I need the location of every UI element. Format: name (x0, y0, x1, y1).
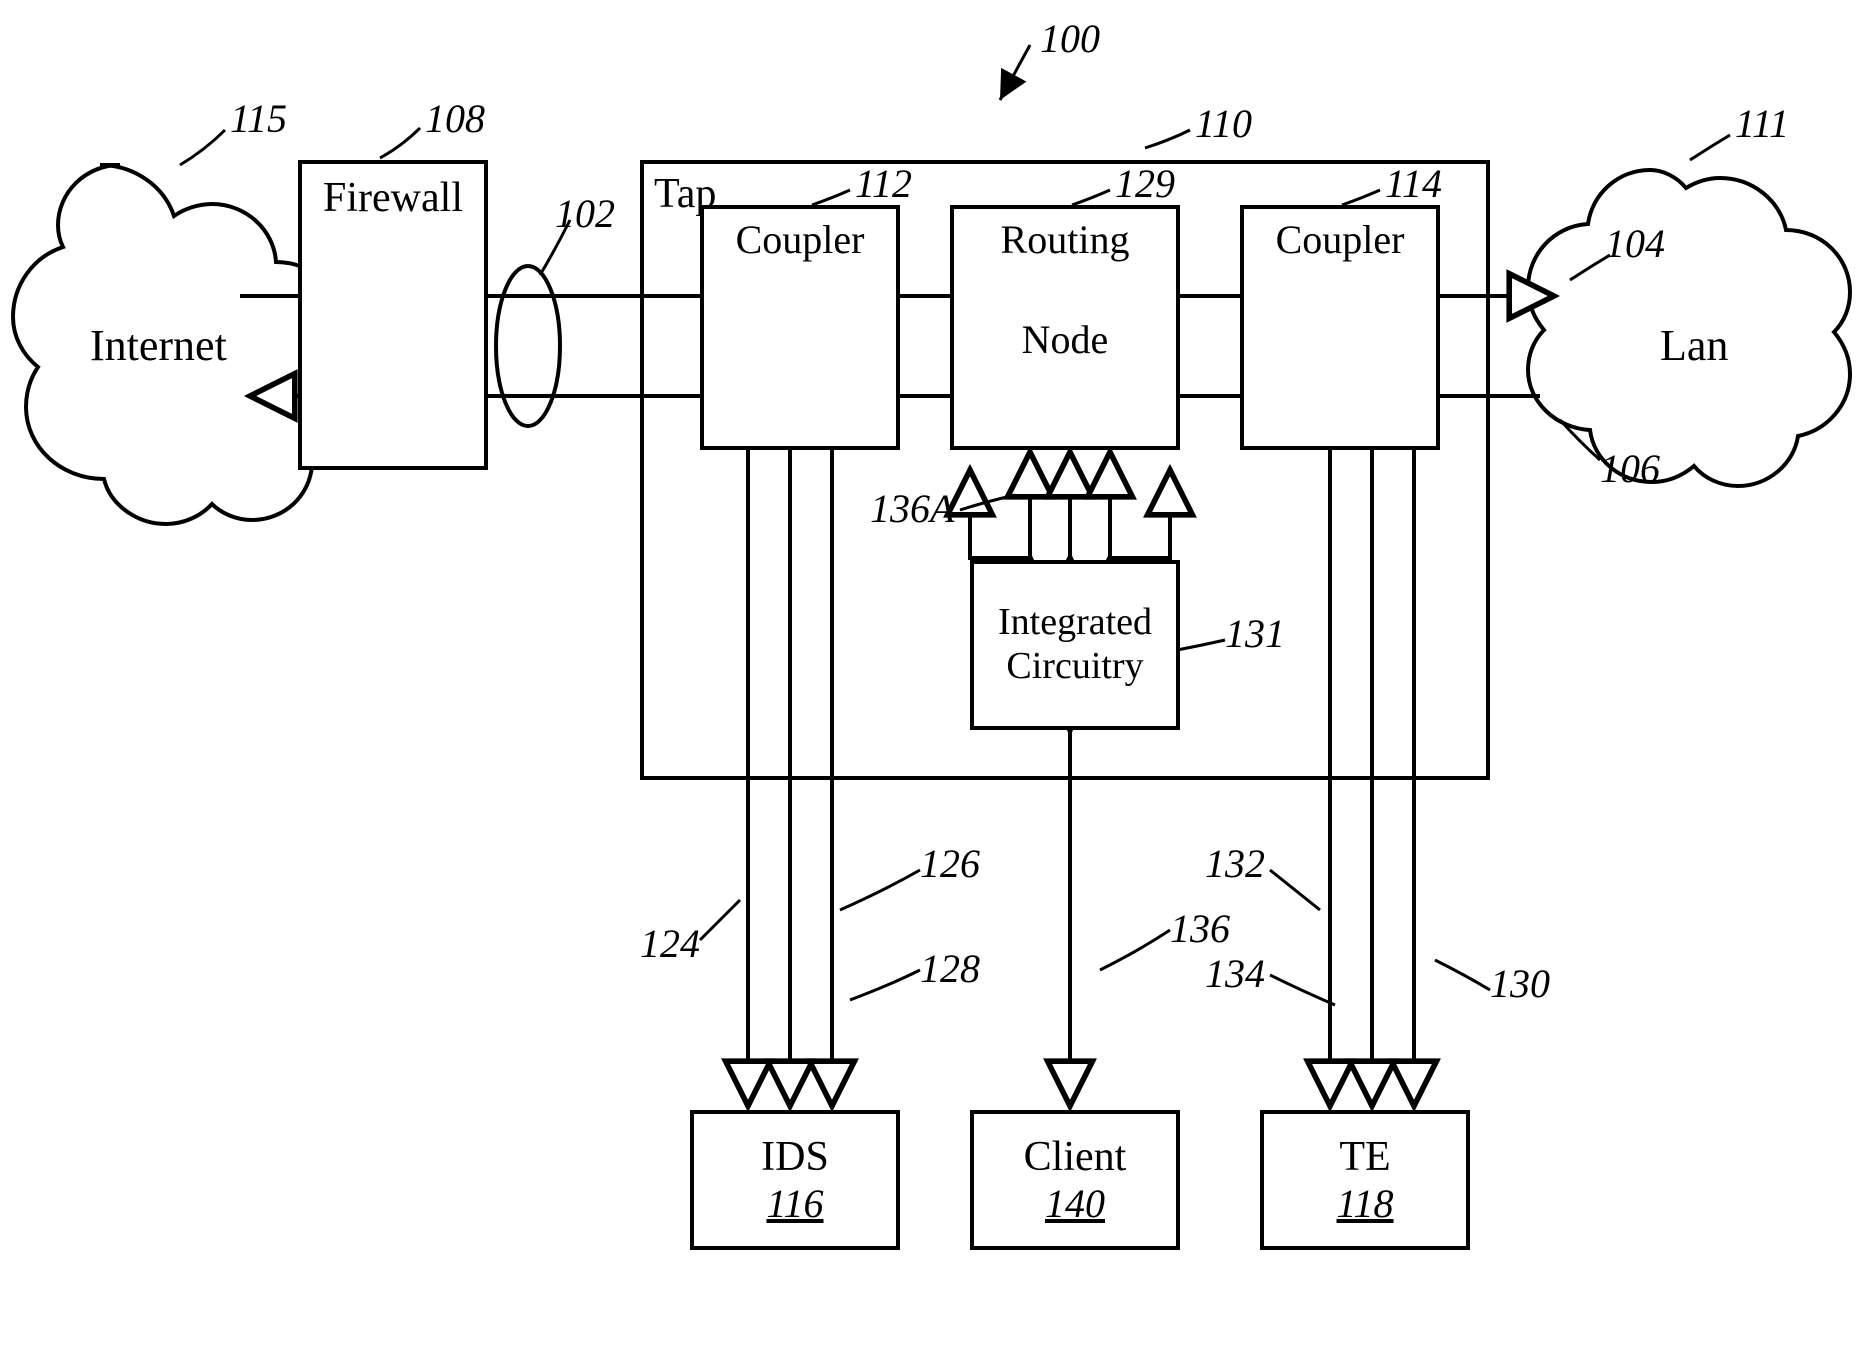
ref-114: 114 (1385, 160, 1442, 207)
ref-124: 124 (640, 920, 700, 967)
ref-130: 130 (1490, 960, 1550, 1007)
te-box: TE 118 (1260, 1110, 1470, 1250)
ref-129: 129 (1115, 160, 1175, 207)
ref-128: 128 (920, 945, 980, 992)
routing-node-box: Routing Node (950, 205, 1180, 450)
integrated-circuitry-box: Integrated Circuitry (970, 560, 1180, 730)
ids-label: IDS (761, 1133, 829, 1181)
lan-text: Lan (1660, 320, 1728, 371)
ref-110: 110 (1195, 100, 1252, 147)
coupler-right-label: Coupler (1276, 217, 1405, 263)
client-box: Client 140 (970, 1110, 1180, 1250)
ids-box: IDS 116 (690, 1110, 900, 1250)
ref-131: 131 (1225, 610, 1285, 657)
ref-100: 100 (1040, 15, 1100, 62)
coupler-left-label: Coupler (736, 217, 865, 263)
integrated-label: Integrated (998, 601, 1152, 645)
node-label: Node (1022, 317, 1109, 363)
ids-num: 116 (766, 1181, 823, 1227)
ref-111: 111 (1735, 100, 1789, 147)
ref-126: 126 (920, 840, 980, 887)
client-num: 140 (1045, 1181, 1105, 1227)
coupler-left-box: Coupler (700, 205, 900, 450)
te-label: TE (1339, 1133, 1390, 1181)
diagram-stage: Firewall Tap Coupler Routing Node Couple… (0, 0, 1857, 1367)
te-num: 118 (1336, 1181, 1393, 1227)
ref-136: 136 (1170, 905, 1230, 952)
firewall-box: Firewall (298, 160, 488, 470)
ref-115: 115 (230, 95, 287, 142)
ref-112: 112 (855, 160, 912, 207)
ref-136A: 136A (870, 485, 954, 532)
ref-102: 102 (555, 190, 615, 237)
ref-108: 108 (425, 95, 485, 142)
ref-106: 106 (1600, 445, 1660, 492)
coupler-right-box: Coupler (1240, 205, 1440, 450)
ref-104: 104 (1605, 220, 1665, 267)
client-label: Client (1024, 1133, 1127, 1181)
ref-132: 132 (1205, 840, 1265, 887)
internet-text: Internet (90, 320, 227, 371)
firewall-label: Firewall (323, 174, 463, 222)
routing-label: Routing (1001, 217, 1130, 263)
ref-134: 134 (1205, 950, 1265, 997)
circuitry-label: Circuitry (1006, 645, 1143, 689)
